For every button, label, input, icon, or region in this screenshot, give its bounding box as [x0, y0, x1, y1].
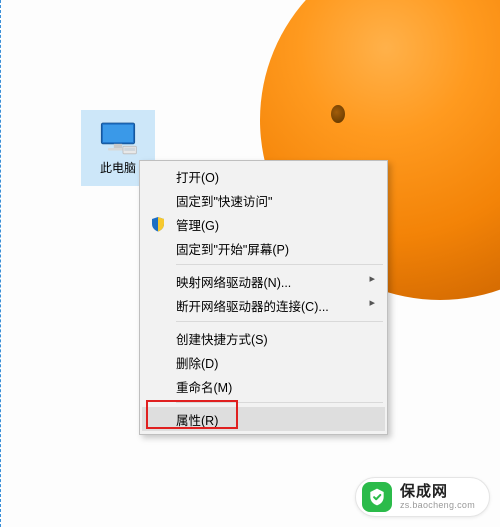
menu-create-shortcut[interactable]: 创建快捷方式(S) [142, 326, 385, 350]
context-menu: 打开(O) 固定到"快速访问" 管理(G) 固定到"开始"屏幕(P) 映射网络驱… [139, 160, 388, 435]
desktop-icon-label: 此电脑 [100, 159, 136, 176]
menu-separator [176, 264, 383, 265]
menu-manage[interactable]: 管理(G) [142, 212, 385, 236]
wallpaper-orange-pit [331, 105, 345, 123]
menu-map-network-drive[interactable]: 映射网络驱动器(N)... [142, 269, 385, 293]
desktop-area[interactable]: 此电脑 打开(O) 固定到"快速访问" 管理(G) 固定到"开始"屏幕(P) 映… [0, 0, 500, 527]
watermark-logo-icon [362, 482, 392, 512]
menu-open[interactable]: 打开(O) [142, 164, 385, 188]
menu-manage-label: 管理(G) [176, 215, 219, 234]
menu-delete[interactable]: 删除(D) [142, 350, 385, 374]
watermark-url: zs.baocheng.com [400, 500, 475, 510]
menu-pin-quick-access[interactable]: 固定到"快速访问" [142, 188, 385, 212]
computer-icon [98, 121, 138, 155]
menu-disconnect-network-drive[interactable]: 断开网络驱动器的连接(C)... [142, 293, 385, 317]
menu-rename[interactable]: 重命名(M) [142, 374, 385, 398]
shield-icon [150, 216, 166, 232]
menu-separator [176, 321, 383, 322]
menu-pin-start[interactable]: 固定到"开始"屏幕(P) [142, 236, 385, 260]
menu-properties[interactable]: 属性(R) [142, 407, 385, 431]
watermark-badge: 保成网 zs.baocheng.com [355, 477, 490, 517]
watermark-name: 保成网 [400, 483, 475, 500]
menu-separator [176, 402, 383, 403]
